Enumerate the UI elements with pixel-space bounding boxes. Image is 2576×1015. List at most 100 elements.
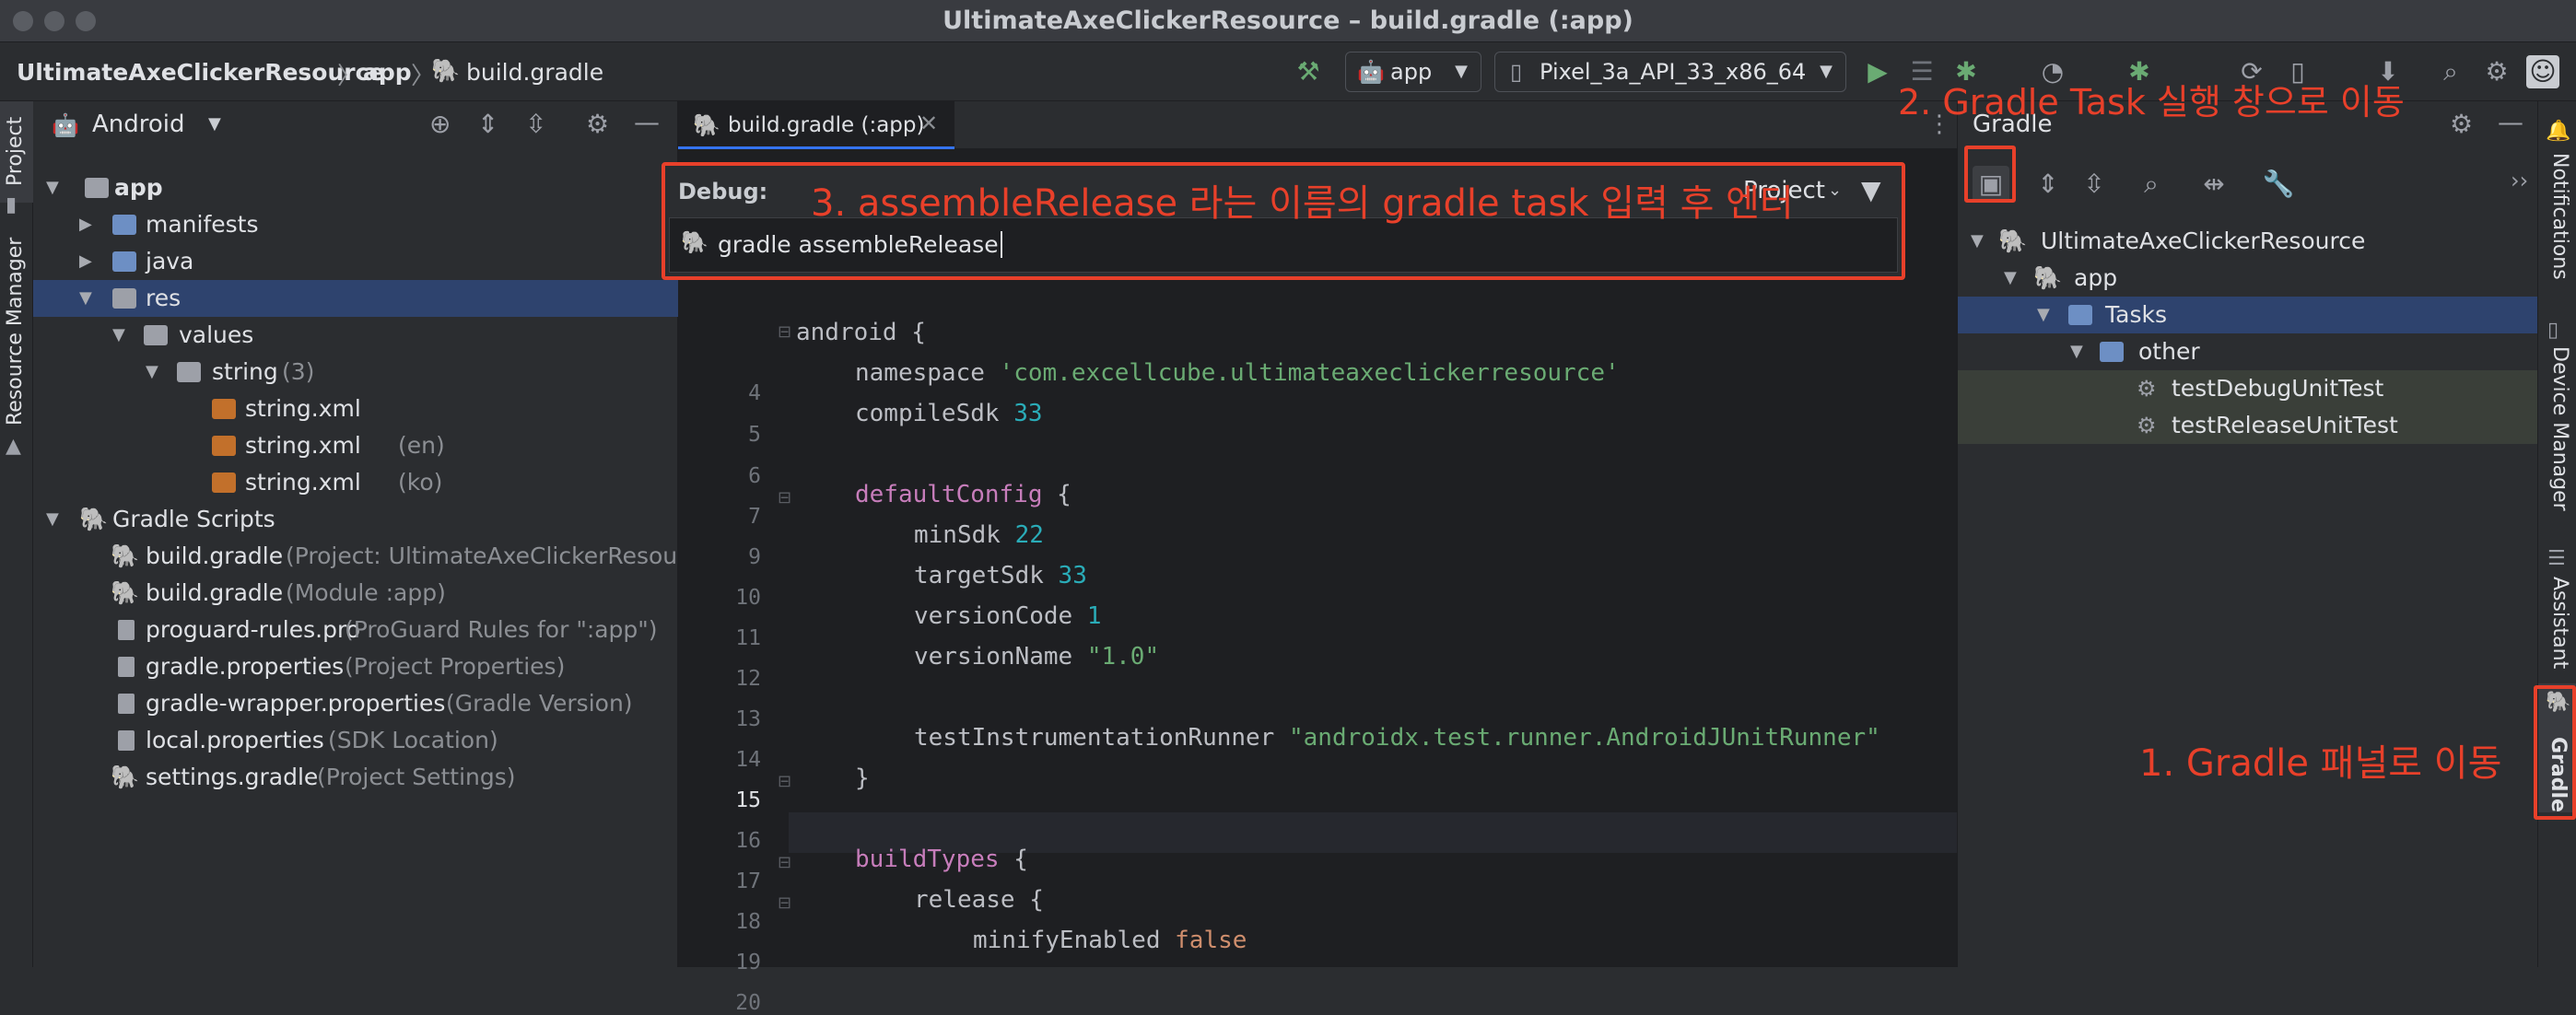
tree-item-label: string xyxy=(212,358,278,385)
line-number: 14 xyxy=(735,748,761,772)
minimize-panel-icon[interactable]: — xyxy=(634,107,660,137)
collapse-all-icon[interactable]: ⇳ xyxy=(525,109,546,139)
tree-item-build-gradle-module[interactable]: 🐘 build.gradle (Module :app) xyxy=(33,575,678,612)
code-line: defaultConfig { xyxy=(855,481,1071,508)
minimize-panel-icon[interactable]: — xyxy=(2498,107,2523,137)
line-number: 13 xyxy=(735,707,761,731)
assistant-icon: ☰ xyxy=(2547,547,2566,570)
tab-build-gradle-app[interactable]: 🐘 build.gradle (:app) ✕ xyxy=(678,101,954,149)
annotation-highlight-gradle-button xyxy=(2534,685,2576,820)
assistant-tool-button[interactable]: Assistant xyxy=(2548,577,2571,669)
breadcrumb-module[interactable]: app xyxy=(363,59,412,86)
collapse-all-icon[interactable]: ⇳ xyxy=(2076,166,2113,203)
tree-item-local-properties[interactable]: local.properties (SDK Location) xyxy=(33,722,678,759)
search-icon[interactable]: ⌕ xyxy=(2434,55,2467,88)
gradle-tree-tasks[interactable]: ▼ Tasks xyxy=(1958,297,2538,333)
code-line: android { xyxy=(796,319,926,346)
tree-item-label: app xyxy=(2074,264,2118,291)
gradle-elephant-icon: 🐘 xyxy=(111,764,140,790)
tree-item-label: build.gradle xyxy=(146,542,284,569)
tree-item-label: Tasks xyxy=(2105,301,2167,328)
chevron-down-icon[interactable]: ⌄ xyxy=(1828,181,1842,200)
notifications-tool-button[interactable]: Notifications xyxy=(2548,153,2571,280)
filter-icon[interactable]: ▼ xyxy=(1861,175,1881,205)
gradle-tree-other[interactable]: ▼ other xyxy=(1958,333,2538,370)
tree-item-label: app xyxy=(114,174,163,201)
breadcrumb-file[interactable]: build.gradle xyxy=(466,59,603,86)
more-chevron-icon[interactable]: ›› xyxy=(2511,168,2528,193)
tree-item-java[interactable]: ▶ java xyxy=(33,243,678,280)
project-view-select[interactable]: Android xyxy=(92,111,185,138)
tree-item-build-gradle-project[interactable]: 🐘 build.gradle (Project: UltimateAxeClic… xyxy=(33,538,678,575)
tree-item-settings-gradle[interactable]: 🐘 settings.gradle (Project Settings) xyxy=(33,759,678,796)
folder-icon xyxy=(112,251,136,272)
popup-mode-label: Debug: xyxy=(678,179,768,204)
tree-item-string-xml-ko[interactable]: string.xml (ko) xyxy=(33,464,678,501)
settings-gear-icon[interactable]: ⚙ xyxy=(586,109,609,139)
chevron-down-icon: ▼ xyxy=(146,362,158,381)
settings-gear-icon[interactable]: ⚙ xyxy=(2450,109,2473,139)
tree-item-gradle-wrapper[interactable]: gradle-wrapper.properties (Gradle Versio… xyxy=(33,685,678,722)
resource-manager-label[interactable]: Resource Manager xyxy=(4,238,27,426)
close-tab-icon[interactable]: ✕ xyxy=(919,111,938,136)
tree-item-gradle-scripts[interactable]: ▼ 🐘 Gradle Scripts xyxy=(33,501,678,538)
gradle-elephant-icon: 🐘 xyxy=(2033,264,2063,291)
folder-icon xyxy=(2100,342,2124,362)
gradle-elephant-icon: 🐘 xyxy=(681,229,708,255)
line-number: 11 xyxy=(735,626,761,650)
breadcrumb-project[interactable]: UltimateAxeClickerResource xyxy=(17,59,384,86)
fold-icon[interactable]: ⊟ xyxy=(778,853,791,872)
tree-item-proguard[interactable]: proguard-rules.pro (ProGuard Rules for "… xyxy=(33,612,678,648)
chevron-right-icon: ▶ xyxy=(79,251,92,271)
gradle-task-testReleaseUnitTest[interactable]: ⚙ testReleaseUnitTest xyxy=(1958,407,2538,444)
line-number: 18 xyxy=(735,910,761,934)
device-manager-tool-button[interactable]: Device Manager xyxy=(2548,346,2571,511)
code-line: minSdk 22 xyxy=(914,521,1044,549)
expand-all-icon[interactable]: ⇕ xyxy=(477,109,498,139)
right-tool-strip: 🔔 Notifications ▯ Device Manager ☰ Assis… xyxy=(2537,101,2576,967)
gradle-tree-project[interactable]: ▼ 🐘 UltimateAxeClickerResource xyxy=(1958,223,2538,260)
settings-gear-icon[interactable]: ⚙ xyxy=(2480,55,2513,88)
run-config-select[interactable]: 🤖 app ▼ xyxy=(1345,52,1481,92)
build-hammer-icon[interactable]: ⚒ xyxy=(1292,55,1325,88)
tree-item-gradle-properties[interactable]: gradle.properties (Project Properties) xyxy=(33,648,678,685)
code-line: buildTypes { xyxy=(855,846,1028,873)
chevron-down-icon[interactable]: ▼ xyxy=(208,114,221,134)
analyze-dependencies-icon[interactable]: ⌕ xyxy=(2133,166,2170,203)
run-icon[interactable]: ▶ xyxy=(1861,55,1894,88)
fold-icon[interactable]: ⊟ xyxy=(778,893,791,913)
tree-item-label: settings.gradle xyxy=(146,764,319,790)
run-command-value: gradle assembleRelease xyxy=(718,231,1002,258)
line-number: 9 xyxy=(748,545,761,569)
xml-file-icon xyxy=(212,399,236,419)
gradle-panel: Gradle ⚙ — ▣ ⇕ ⇳ ⌕ ⇹ 🔧 ›› ▼ 🐘 UltimateAx… xyxy=(1957,101,2538,967)
fold-icon[interactable]: ⊟ xyxy=(778,488,791,508)
tree-item-values[interactable]: ▼ values xyxy=(33,317,678,354)
chevron-down-icon: ▼ xyxy=(2070,342,2083,361)
tree-item-app[interactable]: ▼ app xyxy=(33,169,678,206)
account-avatar[interactable]: ☺ xyxy=(2526,55,2559,88)
gradle-tree-app[interactable]: ▼ 🐘 app xyxy=(1958,260,2538,297)
build-settings-wrench-icon[interactable]: 🔧 xyxy=(2260,166,2297,203)
tree-item-manifests[interactable]: ▶ manifests xyxy=(33,206,678,243)
project-tool-label[interactable]: Project xyxy=(4,117,27,186)
toggle-offline-mode-icon[interactable]: ⇹ xyxy=(2195,166,2232,203)
expand-all-icon[interactable]: ⇕ xyxy=(2030,166,2067,203)
locate-icon[interactable]: ⊕ xyxy=(429,109,451,139)
tab-label: build.gradle (:app) xyxy=(728,113,925,137)
code-line: } xyxy=(855,764,870,792)
device-select[interactable]: ▯ Pixel_3a_API_33_x86_64 ▼ xyxy=(1494,52,1846,92)
line-number: 15 xyxy=(735,788,761,812)
tree-item-res[interactable]: ▼ res xyxy=(33,280,678,317)
tree-item-string-xml[interactable]: string.xml xyxy=(33,391,678,427)
fold-icon[interactable]: ⊟ xyxy=(778,772,791,791)
phone-icon: ▯ xyxy=(1510,59,1523,85)
tree-item-string-xml-en[interactable]: string.xml (en) xyxy=(33,427,678,464)
gradle-task-testDebugUnitTest[interactable]: ⚙ testDebugUnitTest xyxy=(1958,370,2538,407)
fold-icon[interactable]: ⊟ xyxy=(778,322,791,342)
window-title: UltimateAxeClickerResource – build.gradl… xyxy=(943,6,1633,35)
tree-item-label: string.xml xyxy=(245,432,361,459)
project-panel: 🤖 Android ▼ ⊕ ⇕ ⇳ ⚙ — ▼ app ▶ manifests … xyxy=(33,101,678,967)
tree-item-label: string.xml xyxy=(245,395,361,422)
tree-item-string[interactable]: ▼ string (3) xyxy=(33,354,678,391)
